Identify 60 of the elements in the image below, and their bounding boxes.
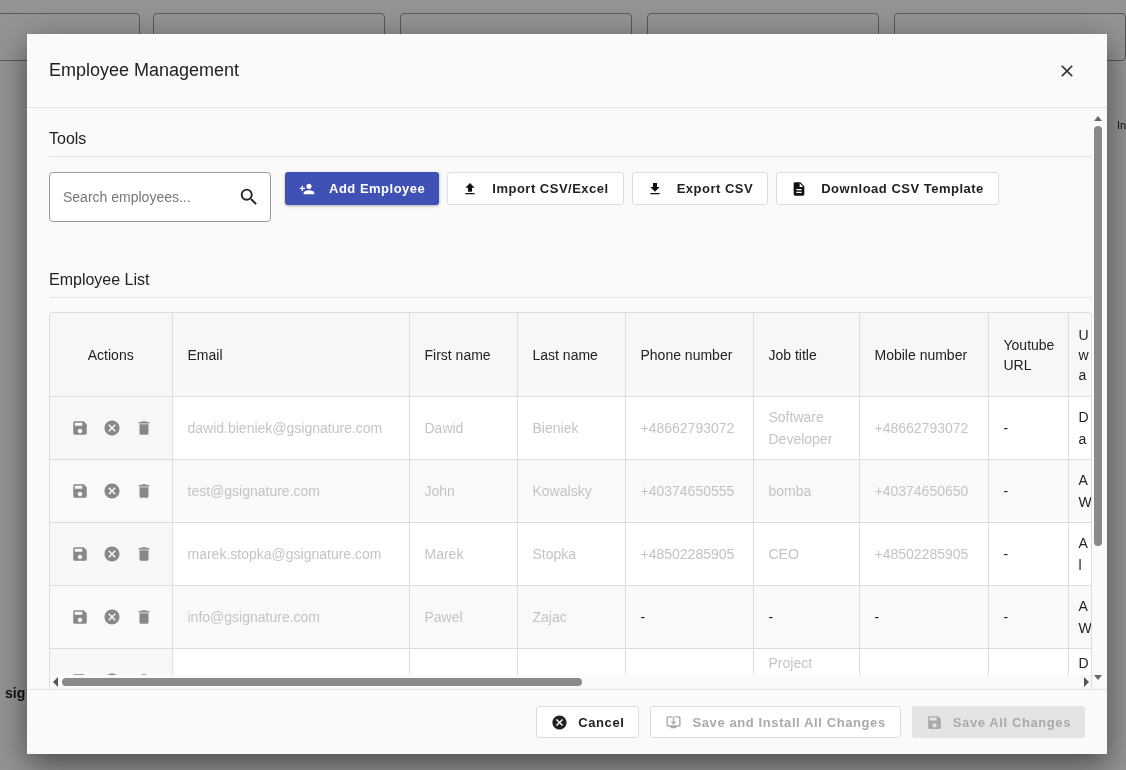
save-button[interactable] — [71, 545, 89, 563]
search-icon — [238, 186, 260, 208]
column-header: Email — [172, 313, 409, 397]
column-header: Job title — [753, 313, 859, 397]
cell-text: A W — [1078, 598, 1091, 636]
toolbar-button[interactable]: Download CSV Template — [776, 172, 999, 205]
horizontal-scrollbar[interactable] — [50, 675, 1091, 689]
cell-text: A l — [1078, 535, 1088, 573]
cell-text: Dawid — [424, 420, 464, 436]
cell-text: dawid.bieniek@gsignature.com — [187, 420, 383, 436]
cell-text: Stopka — [532, 546, 577, 562]
footer-button: Save All Changes — [911, 706, 1085, 738]
cell-text: marek.stopka@gsignature.com — [187, 546, 382, 562]
cancel-button[interactable] — [103, 608, 121, 626]
column-header: First name — [409, 313, 517, 397]
page-text: In — [1117, 119, 1126, 131]
save-icon — [925, 713, 943, 731]
save-button[interactable] — [71, 419, 89, 437]
cell-text: CEO — [768, 546, 799, 562]
cell-text: +48502285905 — [874, 546, 969, 562]
cell-text: Marek — [424, 546, 464, 562]
cancel-button[interactable] — [103, 545, 121, 563]
column-header: Youtube URL — [988, 313, 1068, 397]
column-header: Mobile number — [859, 313, 988, 397]
save-button[interactable] — [71, 482, 89, 500]
cell-text: - — [874, 609, 880, 625]
section-heading: Employee List — [49, 271, 1092, 298]
cell-text: Bieniek — [532, 420, 579, 436]
dialog-title: Employee Management — [49, 60, 240, 81]
section-heading: Tools — [49, 108, 1092, 157]
cell-text: A W — [1078, 472, 1091, 510]
toolbar-button[interactable]: Add Employee — [285, 172, 440, 205]
cell-text: - — [768, 609, 774, 625]
footer-button[interactable]: Cancel — [536, 706, 640, 738]
cell-text: D — [1078, 655, 1089, 671]
page-text: sig — [5, 685, 26, 701]
column-header: Actions — [50, 313, 172, 397]
cell-text: - — [1003, 609, 1009, 625]
cancel-button[interactable] — [103, 482, 121, 500]
save-button[interactable] — [71, 608, 89, 626]
cell-text: - — [1003, 546, 1009, 562]
cell-text: - — [640, 609, 646, 625]
toolbar-button[interactable]: Export CSV — [631, 172, 769, 205]
cell-text: +48662793072 — [874, 420, 969, 436]
column-header: U w a — [1068, 313, 1091, 397]
cell-text: Software Developer — [768, 409, 833, 447]
install-icon — [665, 713, 683, 731]
cancel-button[interactable] — [103, 419, 121, 437]
cell-text: - — [1003, 483, 1009, 499]
cell-text: +48502285905 — [640, 546, 735, 562]
cell-text: D a — [1078, 409, 1089, 447]
column-header: Phone number — [625, 313, 753, 397]
search-field[interactable]: Search employees... — [49, 172, 271, 222]
footer-button: Save and Install All Changes — [650, 706, 901, 738]
toolbar-button[interactable]: Import CSV/Excel — [447, 172, 624, 205]
cell-text: +48662793072 — [640, 420, 735, 436]
cell-text: - — [1003, 420, 1009, 436]
cell-text: Project — [768, 655, 813, 671]
column-header: Last name — [517, 313, 625, 397]
cancel-icon — [551, 713, 569, 731]
